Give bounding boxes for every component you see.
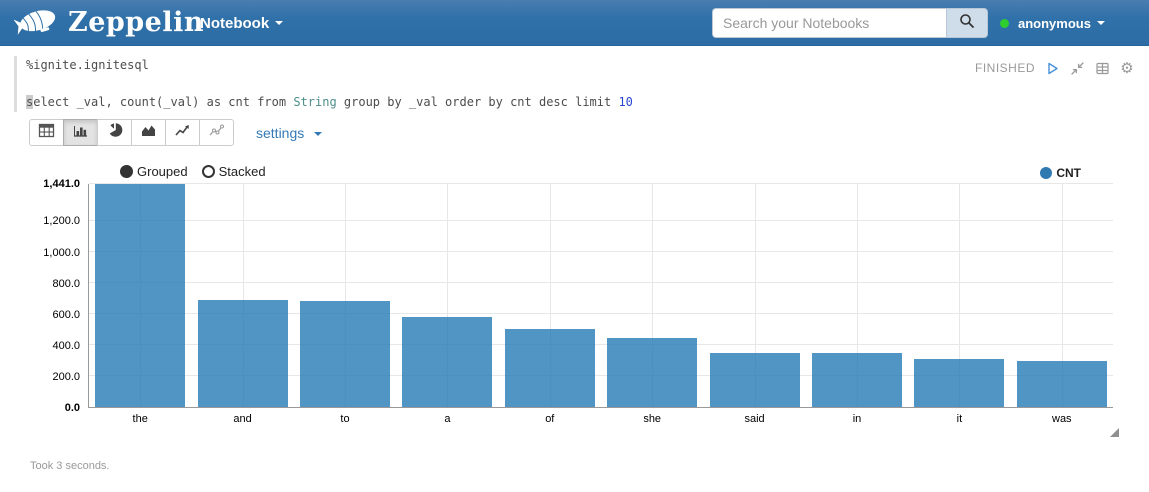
x-tick-label: was <box>1011 413 1113 425</box>
x-tick-label: to <box>294 413 396 425</box>
notebook-menu[interactable]: Notebook <box>200 0 283 46</box>
bar-a[interactable] <box>402 317 492 407</box>
radio-selected-icon <box>120 165 133 178</box>
x-tick-label: and <box>191 413 293 425</box>
radio-unselected-icon <box>202 165 215 178</box>
search-button[interactable] <box>946 8 988 38</box>
legend-item-cnt[interactable]: CNT <box>1040 166 1081 180</box>
code-token-type: String <box>293 95 336 109</box>
stacked-label: Stacked <box>219 164 266 179</box>
bar-to[interactable] <box>300 301 390 407</box>
area-chart-icon <box>140 123 157 143</box>
x-tick-label: a <box>396 413 498 425</box>
y-tick-label: 0.0 <box>0 402 80 414</box>
zeppelin-logo-icon <box>14 5 60 39</box>
search-input[interactable] <box>712 8 946 38</box>
bar-of[interactable] <box>505 329 595 407</box>
y-tick-label: 200.0 <box>0 371 80 383</box>
plot-area: theandtoaofshesaidinitwas <box>88 184 1113 408</box>
bar-in[interactable] <box>812 353 902 407</box>
collapse-paragraph-button[interactable] <box>1069 60 1085 76</box>
x-tick-label: in <box>806 413 908 425</box>
bar-chart-button[interactable] <box>63 119 98 146</box>
editor-gutter <box>14 56 17 112</box>
interpreter-line[interactable]: %ignite.ignitesql <box>26 58 149 72</box>
chart-type-button-group <box>29 119 234 146</box>
code-token-plain: group by _val order by cnt desc limit <box>337 95 619 109</box>
bar-slot: it <box>908 184 1010 407</box>
notebook-menu-label: Notebook <box>200 15 269 32</box>
x-tick-label: the <box>89 413 191 425</box>
x-tick-label: of <box>499 413 601 425</box>
user-status-dot <box>1000 19 1009 28</box>
bar-slot: to <box>294 184 396 407</box>
duration-label: Took 3 seconds. <box>30 460 110 472</box>
sql-code-line[interactable]: select _val, count(_val) as cnt from Str… <box>26 95 633 109</box>
paragraph-status-label: FINISHED <box>975 61 1035 75</box>
line-chart-icon <box>174 123 191 143</box>
code-token-number: 10 <box>618 95 632 109</box>
stacked-radio[interactable]: Stacked <box>202 164 266 179</box>
y-tick-label: 1,441.0 <box>0 178 80 190</box>
x-tick-label: said <box>703 413 805 425</box>
table-icon <box>38 123 55 143</box>
legend-label: CNT <box>1056 166 1081 180</box>
bar-slot: said <box>703 184 805 407</box>
chevron-down-icon <box>314 132 322 136</box>
grouped-radio[interactable]: Grouped <box>120 164 188 179</box>
gear-icon: ⚙ <box>1120 61 1133 76</box>
y-tick-label: 800.0 <box>0 278 80 290</box>
bar-the[interactable] <box>95 184 185 407</box>
code-token-plain: select _val, count(_val) as cnt from <box>26 95 293 109</box>
y-tick-label: 400.0 <box>0 340 80 352</box>
y-tick-label: 600.0 <box>0 309 80 321</box>
y-axis-labels: 0.0200.0400.0600.0800.01,000.01,200.01,4… <box>0 184 80 408</box>
run-paragraph-button[interactable] <box>1044 60 1060 76</box>
bar-slot: in <box>806 184 908 407</box>
settings-label: settings <box>256 125 304 141</box>
y-tick-label: 1,200.0 <box>0 215 80 227</box>
bar-and[interactable] <box>198 300 288 407</box>
pie-chart-icon <box>107 122 123 143</box>
scatter-chart-button[interactable] <box>199 119 234 146</box>
y-tick-label: 1,000.0 <box>0 247 80 259</box>
legend-color-dot <box>1040 167 1052 179</box>
chart-output: Grouped Stacked CNT 0.0 200.0 400.0 600.0 80… <box>0 158 1149 448</box>
grouped-label: Grouped <box>137 164 188 179</box>
toggle-output-button[interactable] <box>1094 60 1110 76</box>
bar-slot: and <box>191 184 293 407</box>
user-menu[interactable]: anonymous <box>1000 0 1105 46</box>
paragraph-settings-button[interactable]: ⚙ <box>1119 60 1135 76</box>
line-chart-button[interactable] <box>165 119 200 146</box>
table-chart-button[interactable] <box>29 119 64 146</box>
brand-title: Zeppelin <box>68 7 204 38</box>
user-name: anonymous <box>1018 16 1091 31</box>
bar-it[interactable] <box>914 359 1004 407</box>
x-tick-label: it <box>908 413 1010 425</box>
chevron-down-icon <box>275 21 283 25</box>
bar-slot: the <box>89 184 191 407</box>
search-icon <box>959 13 975 34</box>
scatter-chart-icon <box>208 123 225 143</box>
chevron-down-icon <box>1097 21 1105 25</box>
bar-chart-icon <box>72 123 89 143</box>
bar-she[interactable] <box>607 338 697 407</box>
bar-said[interactable] <box>710 353 800 407</box>
zeppelin-brand[interactable]: Zeppelin <box>14 5 204 39</box>
x-tick-label: she <box>601 413 703 425</box>
area-chart-button[interactable] <box>131 119 166 146</box>
resize-handle[interactable] <box>1110 428 1119 437</box>
bar-slot: was <box>1011 184 1113 407</box>
bar-was[interactable] <box>1017 361 1107 407</box>
settings-toggle[interactable]: settings <box>256 125 322 141</box>
top-navbar: Zeppelin Notebook anonymous <box>0 0 1149 46</box>
bar-slot: of <box>499 184 601 407</box>
pie-chart-button[interactable] <box>97 119 132 146</box>
bar-slot: a <box>396 184 498 407</box>
bar-slot: she <box>601 184 703 407</box>
